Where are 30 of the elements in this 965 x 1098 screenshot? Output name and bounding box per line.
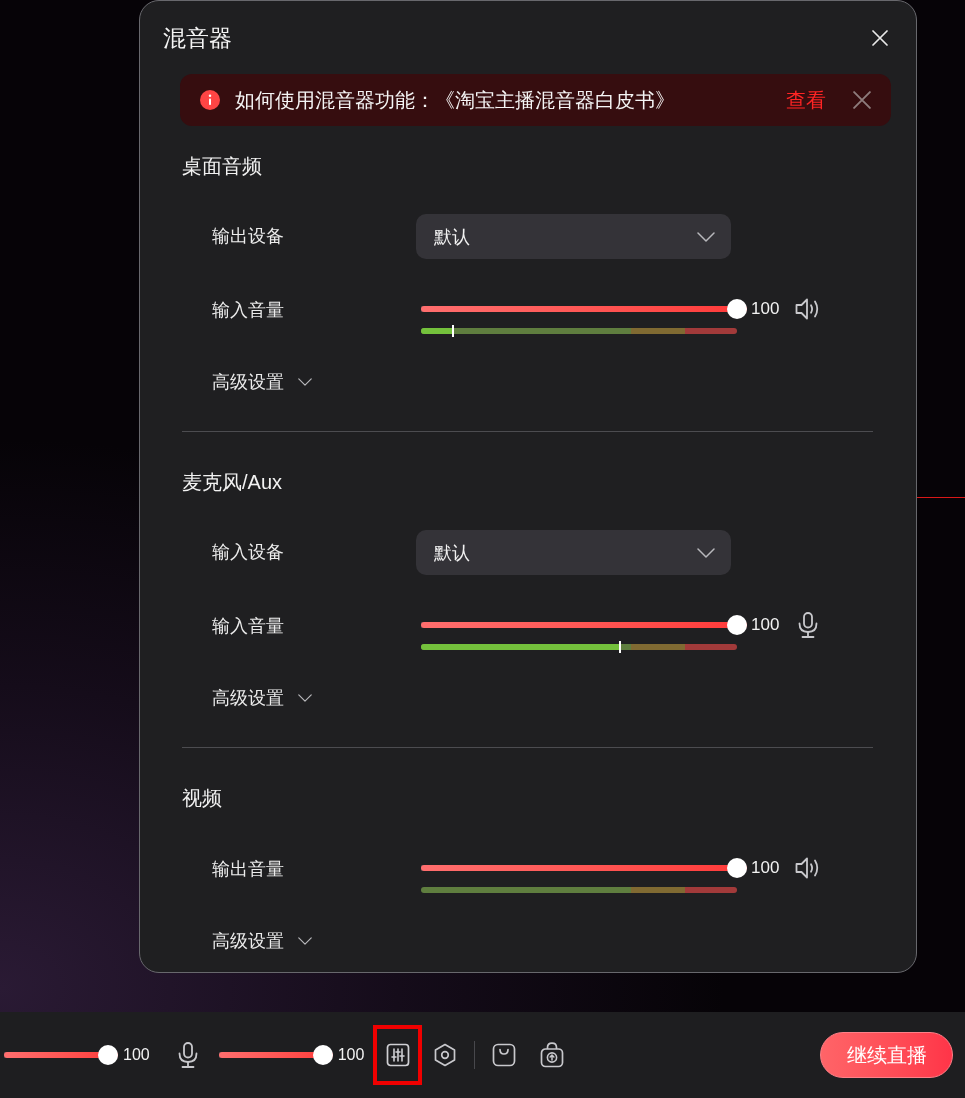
slider-thumb[interactable]: [727, 615, 747, 635]
field-label: 输出音量: [212, 859, 284, 879]
device-select[interactable]: 默认: [416, 214, 731, 259]
chevron-icon: [697, 231, 715, 242]
dialog-title: 混音器: [163, 23, 232, 53]
section-title: 视频: [182, 786, 222, 811]
field-label: 输入设备: [212, 542, 284, 562]
section-title: 麦克风/Aux: [182, 470, 283, 495]
advanced-settings-toggle[interactable]: 高级设置: [212, 929, 312, 953]
volume-value: 100: [337, 1045, 365, 1065]
section-title: 桌面音频: [182, 154, 262, 179]
slider-thumb[interactable]: [727, 299, 747, 319]
slider-thumb[interactable]: [727, 858, 747, 878]
volume-value: 100: [751, 299, 780, 319]
notice-text: 如何使用混音器功能：《淘宝主播混音器白皮书》: [235, 88, 675, 113]
device-select[interactable]: 默认: [416, 530, 731, 575]
view-link[interactable]: 查看: [786, 87, 826, 113]
field-label: 输入音量: [212, 616, 284, 636]
chevron-icon: [697, 547, 715, 558]
field-label: 输入音量: [212, 300, 284, 320]
microphone-icon[interactable]: [797, 612, 820, 638]
info-icon: [200, 90, 220, 110]
field-label: 输出设备: [212, 226, 284, 246]
advanced-settings-toggle[interactable]: 高级设置: [212, 370, 312, 394]
slider-thumb[interactable]: [312, 1045, 333, 1065]
volume-value: 100: [123, 1045, 150, 1065]
slider-thumb[interactable]: [98, 1045, 118, 1065]
volume-value: 100: [751, 615, 780, 635]
volume-value: 100: [751, 858, 780, 878]
advanced-settings-toggle[interactable]: 高级设置: [212, 686, 312, 710]
